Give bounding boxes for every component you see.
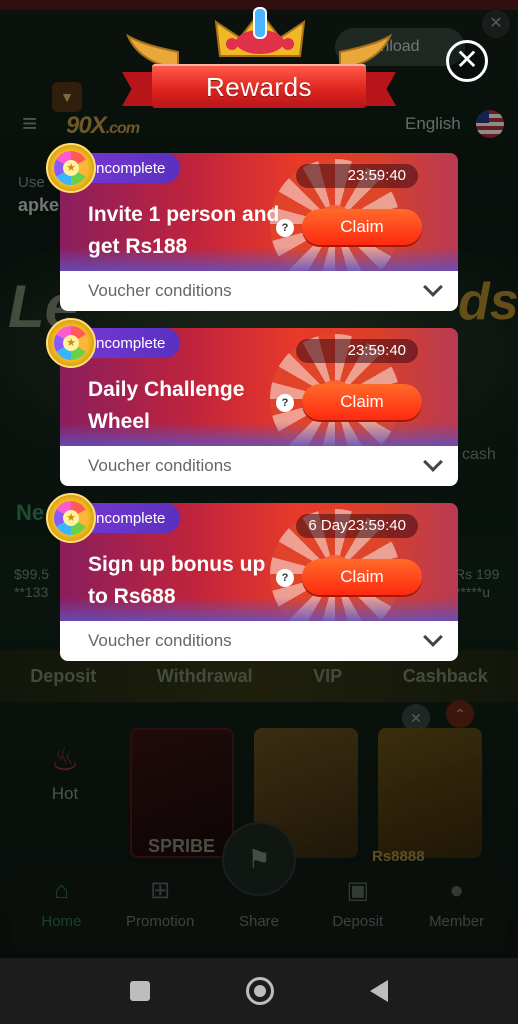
chevron-down-icon (423, 627, 443, 647)
help-icon[interactable]: ? (276, 569, 294, 587)
voucher-conditions-toggle[interactable]: Voucher conditions (60, 446, 458, 486)
help-icon[interactable]: ? (276, 394, 294, 412)
help-icon[interactable]: ? (276, 219, 294, 237)
claim-button[interactable]: Claim (302, 209, 422, 245)
reward-title: Invite 1 person and get Rs188 (88, 203, 280, 258)
home-circle-icon[interactable] (246, 977, 274, 1005)
crown-icon (214, 7, 306, 57)
back-icon[interactable] (370, 980, 388, 1002)
countdown-timer: 6 Day23:59:40 (296, 514, 418, 538)
claim-button[interactable]: Claim (302, 559, 422, 595)
voucher-conditions-label: Voucher conditions (88, 456, 232, 475)
reward-card: Incomplete ★ 6 Day23:59:40 Sign up bonus… (46, 493, 458, 661)
reward-medal-icon: ★ (46, 493, 96, 543)
countdown-timer: 23:59:40 (296, 339, 418, 363)
reward-card: Incomplete ★ 23:59:40 Daily Challenge Wh… (46, 318, 458, 486)
reward-title: Daily Challenge Wheel (88, 378, 245, 433)
voucher-conditions-toggle[interactable]: Voucher conditions (60, 621, 458, 661)
medal-inner: ★ (54, 501, 88, 535)
medal-inner: ★ (54, 326, 88, 360)
close-icon[interactable]: ✕ (446, 40, 488, 82)
reward-medal-icon: ★ (46, 318, 96, 368)
reward-title: Sign up bonus up to Rs688 (88, 553, 266, 608)
voucher-conditions-label: Voucher conditions (88, 281, 232, 300)
ribbon-tail-left (122, 72, 156, 106)
voucher-conditions-label: Voucher conditions (88, 631, 232, 650)
modal-title: Rewards (205, 71, 313, 102)
rewards-header: Rewards (118, 0, 400, 118)
countdown-timer: 23:59:40 (296, 164, 418, 188)
claim-button[interactable]: Claim (302, 384, 422, 420)
star-icon: ★ (63, 510, 79, 526)
star-icon: ★ (63, 335, 79, 351)
title-ribbon: Rewards (122, 64, 396, 108)
system-nav-bar (0, 958, 518, 1024)
chevron-down-icon (423, 277, 443, 297)
reward-medal-icon: ★ (46, 143, 96, 193)
ribbon-tail-right (362, 72, 396, 106)
medal-inner: ★ (54, 151, 88, 185)
recents-icon[interactable] (130, 981, 150, 1001)
voucher-conditions-toggle[interactable]: Voucher conditions (60, 271, 458, 311)
chevron-down-icon (423, 452, 443, 472)
star-icon: ★ (63, 160, 79, 176)
reward-card: Incomplete ★ 23:59:40 Invite 1 person an… (46, 143, 458, 311)
ribbon-main: Rewards (152, 64, 366, 108)
